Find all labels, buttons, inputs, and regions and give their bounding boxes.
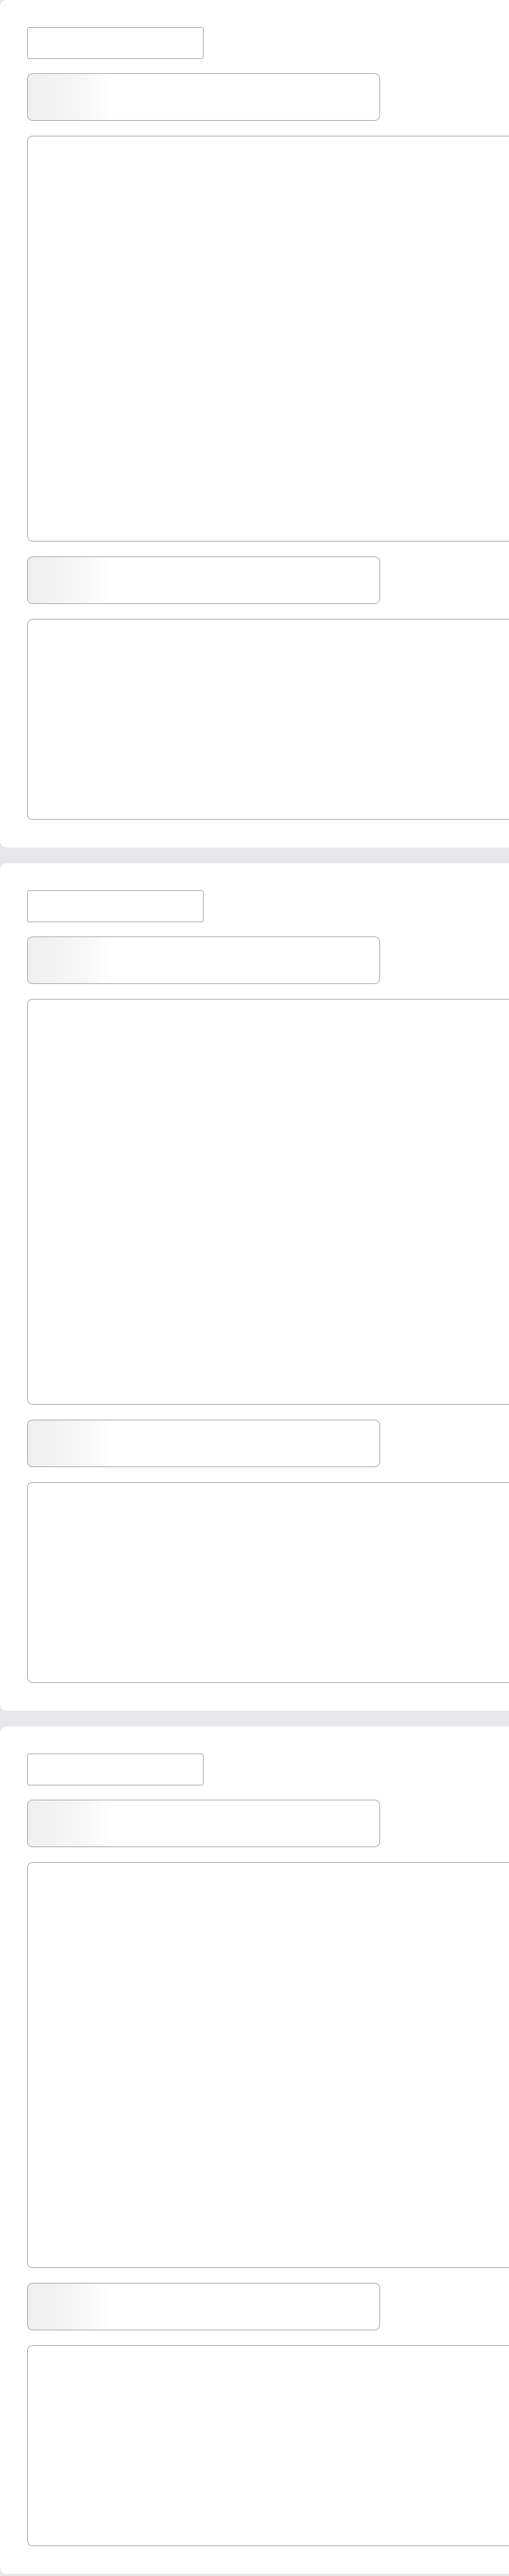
content-block-placeholder (27, 1482, 509, 1683)
content-block-placeholder (27, 1862, 509, 2268)
label-placeholder (27, 890, 204, 922)
section-title-placeholder (27, 556, 380, 604)
label-placeholder (27, 1754, 204, 1785)
label-placeholder (27, 27, 204, 59)
content-block-placeholder (27, 999, 509, 1405)
skeleton-card-2 (0, 863, 509, 1711)
section-title-placeholder (27, 936, 380, 984)
skeleton-card-1 (0, 0, 509, 848)
section-title-placeholder (27, 1800, 380, 1847)
content-block-placeholder (27, 136, 509, 542)
section-title-placeholder (27, 2283, 380, 2330)
section-title-placeholder (27, 73, 380, 121)
content-block-placeholder (27, 619, 509, 820)
skeleton-card-3 (0, 1726, 509, 2574)
section-title-placeholder (27, 1420, 380, 1467)
content-block-placeholder (27, 2345, 509, 2546)
skeleton-page (0, 0, 509, 2576)
